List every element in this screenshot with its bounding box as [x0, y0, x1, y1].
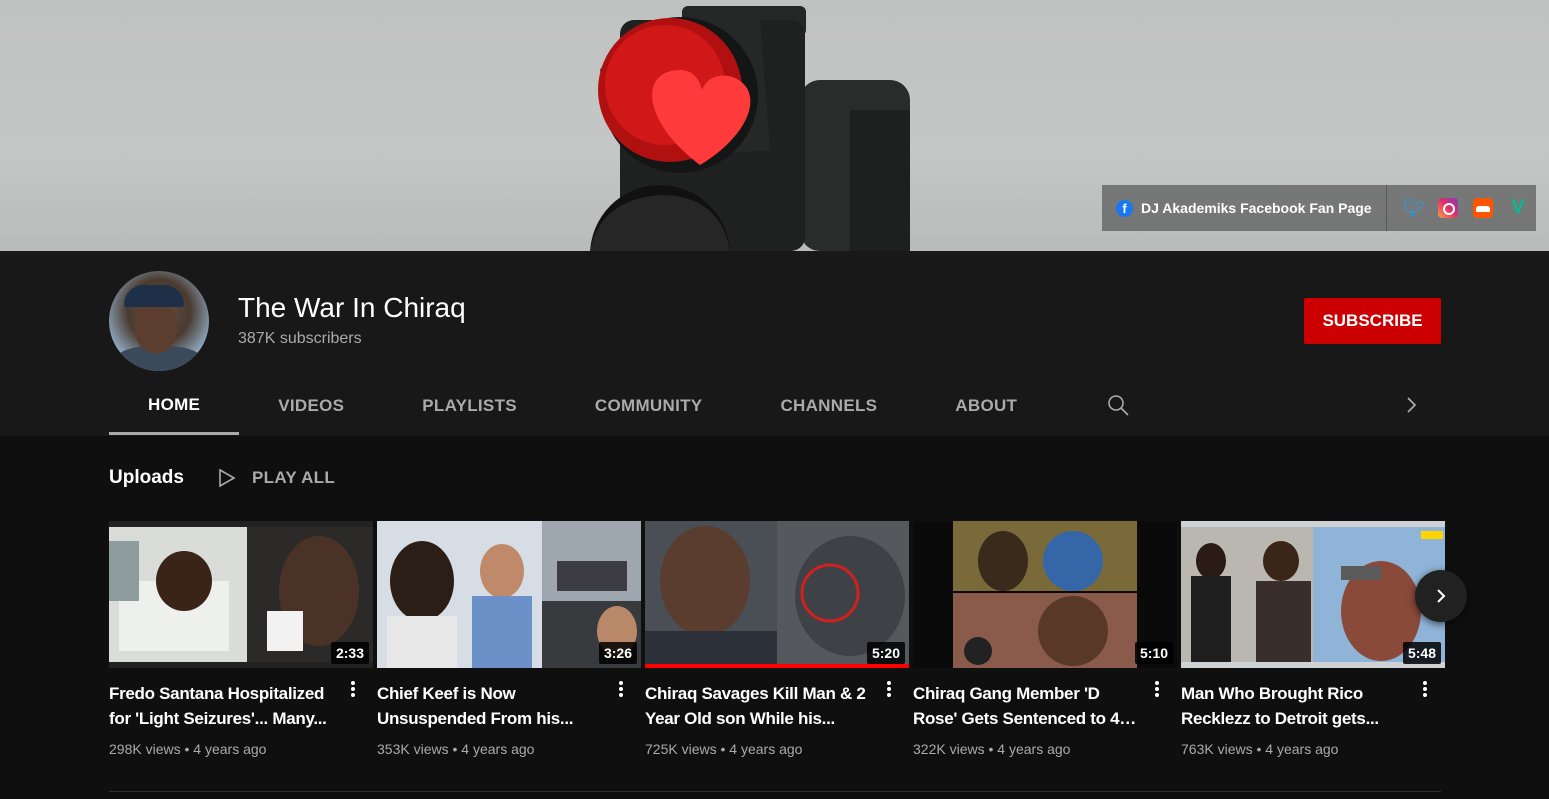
social-links: 🐦︎ V: [1403, 198, 1528, 218]
tab-about[interactable]: ABOUT: [916, 377, 1056, 435]
upload-age: 4 years ago: [997, 741, 1071, 757]
upload-age: 4 years ago: [193, 741, 267, 757]
channel-avatar[interactable]: [109, 271, 209, 371]
more-options-icon[interactable]: [1147, 679, 1167, 701]
uploads-shelf: 2:33 Fredo Santana Hospitalized for 'Lig…: [109, 521, 1445, 757]
shelf-next-button[interactable]: [1415, 570, 1467, 622]
chevron-right-icon: [1437, 589, 1446, 603]
video-card[interactable]: 2:33 Fredo Santana Hospitalized for 'Lig…: [109, 521, 373, 757]
video-thumbnail[interactable]: 5:20: [645, 521, 909, 668]
view-count: 763K views: [1181, 741, 1253, 757]
video-thumbnail[interactable]: 5:48: [1181, 521, 1445, 668]
banner-links: f DJ Akademiks Facebook Fan Page 🐦︎ V: [1102, 185, 1536, 231]
facebook-link-label: DJ Akademiks Facebook Fan Page: [1141, 200, 1372, 216]
video-meta: 322K views • 4 years ago: [913, 741, 1071, 757]
facebook-icon: f: [1116, 199, 1133, 217]
soundcloud-icon[interactable]: [1473, 198, 1493, 218]
video-title[interactable]: Fredo Santana Hospitalized for 'Light Se…: [109, 681, 337, 731]
view-count: 725K views: [645, 741, 717, 757]
video-card[interactable]: 5:48 Man Who Brought Rico Recklezz to De…: [1181, 521, 1445, 757]
instagram-icon[interactable]: [1438, 198, 1458, 218]
video-meta: 763K views • 4 years ago: [1181, 741, 1339, 757]
video-meta: 353K views • 4 years ago: [377, 741, 535, 757]
subscribe-button[interactable]: SUBSCRIBE: [1304, 298, 1441, 344]
avatar-face: [135, 301, 177, 353]
links-divider: [1386, 185, 1387, 231]
watched-progress-bar: [645, 664, 909, 668]
channel-banner: f DJ Akademiks Facebook Fan Page 🐦︎ V: [0, 0, 1549, 251]
video-duration: 2:33: [330, 642, 369, 664]
view-count: 353K views: [377, 741, 449, 757]
video-title[interactable]: Chief Keef is Now Unsuspended From his..…: [377, 681, 605, 731]
tab-videos[interactable]: VIDEOS: [239, 377, 383, 435]
tab-home[interactable]: HOME: [109, 377, 240, 435]
channel-tabs: HOME VIDEOS PLAYLISTS COMMUNITY CHANNELS…: [109, 377, 1056, 436]
facebook-link[interactable]: f DJ Akademiks Facebook Fan Page: [1102, 199, 1386, 217]
play-all-button[interactable]: PLAY ALL: [218, 468, 335, 488]
upload-age: 4 years ago: [1265, 741, 1339, 757]
video-duration: 3:26: [598, 642, 637, 664]
video-title[interactable]: Man Who Brought Rico Recklezz to Detroit…: [1181, 681, 1409, 731]
video-thumbnail[interactable]: 5:10: [913, 521, 1177, 668]
video-duration: 5:48: [1402, 642, 1441, 664]
view-count: 322K views: [913, 741, 985, 757]
video-meta: 298K views • 4 years ago: [109, 741, 267, 757]
vine-icon[interactable]: V: [1508, 198, 1528, 218]
more-options-icon[interactable]: [1415, 679, 1435, 701]
tab-community[interactable]: COMMUNITY: [556, 377, 742, 435]
video-title[interactable]: Chiraq Gang Member 'D Rose' Gets Sentenc…: [913, 681, 1141, 731]
subscriber-count: 387K subscribers: [238, 330, 362, 347]
video-duration: 5:20: [866, 642, 905, 664]
tab-playlists[interactable]: PLAYLISTS: [383, 377, 556, 435]
uploads-heading[interactable]: Uploads: [109, 467, 184, 489]
upload-age: 4 years ago: [729, 741, 803, 757]
more-options-icon[interactable]: [879, 679, 899, 701]
video-card[interactable]: 3:26 Chief Keef is Now Unsuspended From …: [377, 521, 641, 757]
video-card[interactable]: 5:10 Chiraq Gang Member 'D Rose' Gets Se…: [913, 521, 1177, 757]
video-card[interactable]: 5:20 Chiraq Savages Kill Man & 2 Year Ol…: [645, 521, 909, 757]
more-options-icon[interactable]: [343, 679, 363, 701]
play-icon: [219, 468, 236, 488]
section-divider: [109, 791, 1441, 792]
more-options-icon[interactable]: [611, 679, 631, 701]
video-thumbnail[interactable]: 2:33: [109, 521, 373, 668]
avatar-cap: [124, 285, 184, 307]
upload-age: 4 years ago: [461, 741, 535, 757]
video-duration: 5:10: [1134, 642, 1173, 664]
twitter-icon[interactable]: 🐦︎: [1403, 198, 1426, 218]
tab-channels[interactable]: CHANNELS: [741, 377, 916, 435]
video-meta: 725K views • 4 years ago: [645, 741, 803, 757]
tabs-scroll-right-icon[interactable]: [1402, 393, 1422, 422]
video-title[interactable]: Chiraq Savages Kill Man & 2 Year Old son…: [645, 681, 873, 731]
channel-header: The War In Chiraq 387K subscribers SUBSC…: [0, 251, 1549, 436]
video-thumbnail[interactable]: 3:26: [377, 521, 641, 668]
channel-name: The War In Chiraq: [238, 292, 466, 323]
channel-search-icon[interactable]: [1106, 393, 1130, 422]
play-all-label: PLAY ALL: [252, 468, 336, 487]
view-count: 298K views: [109, 741, 181, 757]
